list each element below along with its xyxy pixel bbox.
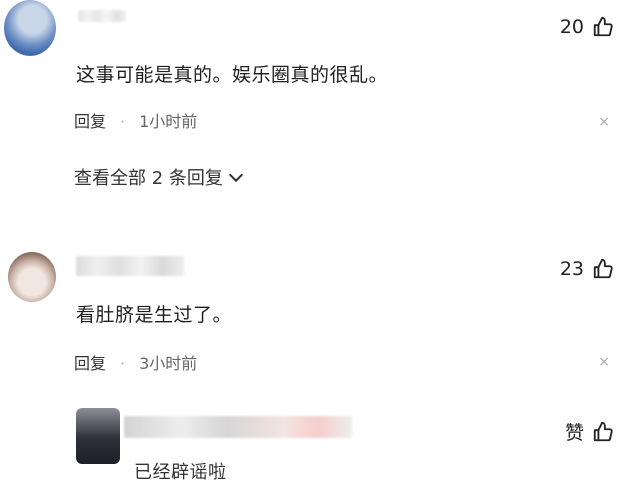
timestamp: 1小时前 xyxy=(139,112,198,131)
chevron-down-icon xyxy=(228,167,243,183)
like-count: 23 xyxy=(559,258,584,280)
separator-dot: · xyxy=(120,112,126,131)
username-blurred[interactable] xyxy=(76,256,184,276)
view-all-replies-label: 查看全部 2 条回复 xyxy=(74,168,223,189)
like-button[interactable]: 20 xyxy=(560,16,614,38)
close-icon[interactable]: × xyxy=(598,114,610,130)
like-button[interactable]: 23 xyxy=(560,258,614,280)
reply-link[interactable]: 回复 xyxy=(74,112,106,131)
avatar[interactable] xyxy=(76,408,120,464)
close-icon[interactable]: × xyxy=(598,354,610,370)
comment-text: 这事可能是真的。娱乐圈真的很乱。 xyxy=(76,64,389,86)
timestamp: 3小时前 xyxy=(139,354,198,373)
comment-meta: 回复 · 3小时前 xyxy=(74,350,197,374)
comment-text: 已经辟谣啦 xyxy=(134,462,227,483)
avatar[interactable] xyxy=(8,252,56,302)
comment-meta: 回复 · 1小时前 xyxy=(74,108,197,132)
thumbs-up-icon xyxy=(593,258,613,279)
username-blurred[interactable] xyxy=(78,10,126,22)
thumbs-up-icon xyxy=(593,421,613,441)
comment-text: 看肚脐是生过了。 xyxy=(76,304,233,326)
separator-dot: · xyxy=(120,354,126,373)
like-button[interactable]: 赞 xyxy=(565,418,614,445)
thumbs-up-icon xyxy=(593,16,613,37)
view-all-replies[interactable]: 查看全部 2 条回复 xyxy=(74,164,243,190)
username-blurred[interactable] xyxy=(124,416,352,438)
like-count: 20 xyxy=(559,16,584,38)
like-label: 赞 xyxy=(564,422,584,444)
reply-link[interactable]: 回复 xyxy=(74,354,106,373)
avatar[interactable] xyxy=(4,0,56,56)
